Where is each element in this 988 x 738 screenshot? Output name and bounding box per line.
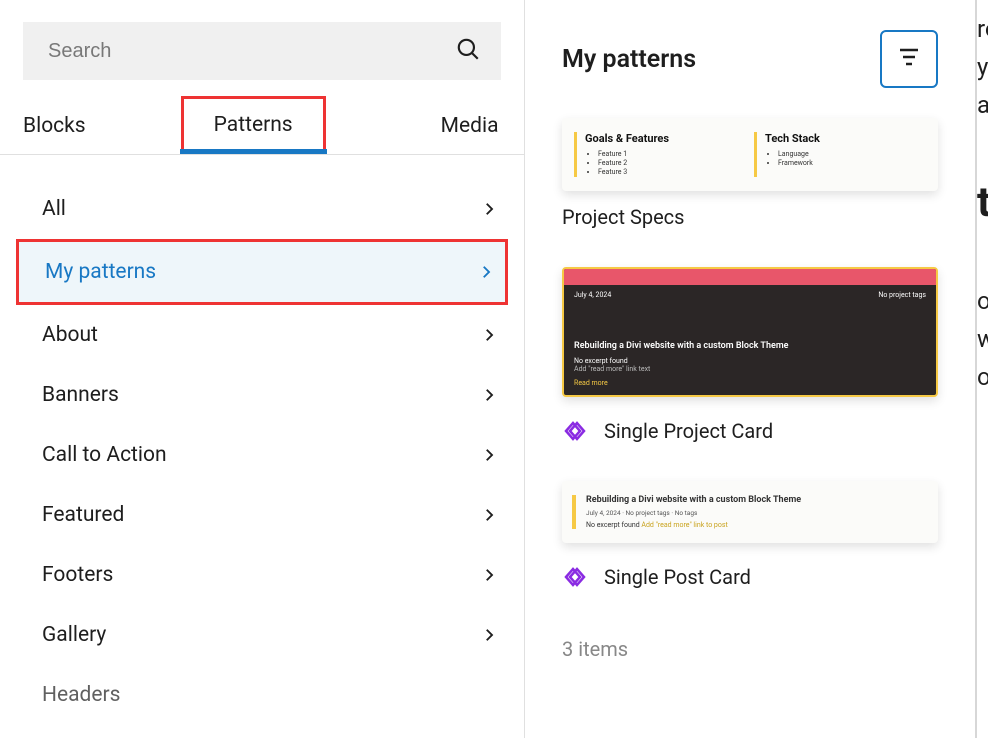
edge-fragment: o	[977, 282, 988, 320]
preview-hint: Add "read more" link text	[574, 365, 926, 373]
filter-icon	[898, 48, 920, 70]
inserter-left-panel: Blocks Patterns Media All My patterns Ab…	[0, 0, 525, 738]
preview-accent-bar	[572, 495, 576, 529]
spec-item: Framework	[778, 159, 924, 167]
category-banners[interactable]: Banners	[16, 365, 508, 425]
inserter-tabs: Blocks Patterns Media	[0, 98, 524, 155]
excerpt-text: No excerpt found	[586, 521, 641, 529]
specs-col-title: Tech Stack	[765, 132, 924, 145]
category-label: Gallery	[42, 623, 106, 647]
synced-pattern-icon	[562, 565, 592, 589]
pattern-categories: All My patterns About Banners Call to Ac…	[0, 155, 524, 725]
chevron-right-icon	[480, 386, 498, 404]
preview-title: Rebuilding a Divi website with a custom …	[586, 495, 801, 505]
pattern-single-post-card[interactable]: Rebuilding a Divi website with a custom …	[562, 481, 938, 617]
preview-date: July 4, 2024	[574, 291, 611, 299]
specs-col-title: Goals & Features	[585, 132, 744, 145]
edge-fragment: y	[977, 48, 988, 86]
pattern-preview: Goals & Features Feature 1 Feature 2 Fea…	[562, 118, 938, 191]
pattern-project-specs[interactable]: Goals & Features Feature 1 Feature 2 Fea…	[562, 118, 938, 257]
chevron-right-icon	[477, 263, 495, 281]
category-call-to-action[interactable]: Call to Action	[16, 425, 508, 485]
preview-read-more: Read more	[574, 379, 926, 387]
category-label: About	[42, 323, 98, 347]
category-my-patterns[interactable]: My patterns	[16, 239, 508, 305]
category-featured[interactable]: Featured	[16, 485, 508, 545]
category-all[interactable]: All	[16, 179, 508, 239]
category-label: Headers	[42, 683, 120, 707]
category-footers[interactable]: Footers	[16, 545, 508, 605]
synced-pattern-icon	[562, 419, 592, 443]
preview-meta-row: July 4, 2024 No project tags	[574, 291, 926, 299]
search-input[interactable]	[48, 40, 455, 63]
tab-blocks[interactable]: Blocks	[23, 98, 86, 154]
tab-media[interactable]: Media	[441, 98, 499, 154]
results-header: My patterns	[562, 30, 938, 88]
specs-col-list: Feature 1 Feature 2 Feature 3	[585, 150, 744, 176]
category-label: My patterns	[45, 260, 156, 284]
items-count: 3 items	[562, 637, 938, 661]
pattern-preview: July 4, 2024 No project tags Rebuilding …	[562, 267, 938, 397]
pattern-label: Single Project Card	[604, 419, 773, 443]
edge-fragment: a	[977, 86, 988, 124]
patterns-results-panel: My patterns Goals & Features Feature 1 F…	[525, 0, 975, 738]
spec-item: Feature 1	[598, 150, 744, 158]
category-about[interactable]: About	[16, 305, 508, 365]
chevron-right-icon	[480, 566, 498, 584]
pattern-single-project-card[interactable]: July 4, 2024 No project tags Rebuilding …	[562, 267, 938, 471]
category-label: Banners	[42, 383, 119, 407]
category-label: Call to Action	[42, 443, 167, 467]
tab-patterns[interactable]: Patterns	[181, 96, 326, 154]
pattern-preview: Rebuilding a Divi website with a custom …	[562, 481, 938, 543]
edge-fragment: o	[977, 358, 988, 396]
preview-accent-bar	[564, 269, 936, 285]
pattern-label: Single Post Card	[604, 565, 751, 589]
edge-fragment: t	[977, 184, 988, 222]
preview-excerpt: No excerpt found Add "read more" link to…	[586, 521, 801, 529]
preview-excerpt: No excerpt found	[574, 357, 926, 365]
chevron-right-icon	[480, 506, 498, 524]
pattern-label: Project Specs	[562, 191, 938, 257]
specs-col-list: Language Framework	[765, 150, 924, 167]
pattern-label-row: Single Post Card	[562, 543, 938, 617]
category-headers[interactable]: Headers	[16, 665, 508, 725]
preview-tags: No project tags	[878, 291, 926, 299]
spec-item: Language	[778, 150, 924, 158]
chevron-right-icon	[480, 200, 498, 218]
edge-fragment: ro	[977, 10, 988, 48]
chevron-right-icon	[480, 446, 498, 464]
chevron-right-icon	[480, 626, 498, 644]
specs-col-tech: Tech Stack Language Framework	[754, 132, 924, 177]
spec-item: Feature 3	[598, 168, 744, 176]
category-label: Footers	[42, 563, 113, 587]
pattern-label-row: Single Project Card	[562, 397, 938, 471]
category-label: Featured	[42, 503, 124, 527]
chevron-right-icon	[480, 326, 498, 344]
search-box[interactable]	[23, 22, 501, 80]
edge-fragment: w	[977, 320, 988, 358]
filter-button[interactable]	[880, 30, 938, 88]
category-label: All	[42, 197, 66, 221]
spec-item: Feature 2	[598, 159, 744, 167]
preview-body: July 4, 2024 No project tags Rebuilding …	[564, 285, 936, 395]
category-gallery[interactable]: Gallery	[16, 605, 508, 665]
specs-col-goals: Goals & Features Feature 1 Feature 2 Fea…	[574, 132, 744, 177]
preview-body: Rebuilding a Divi website with a custom …	[586, 495, 801, 529]
results-title: My patterns	[562, 45, 696, 74]
preview-title: Rebuilding a Divi website with a custom …	[574, 341, 926, 351]
search-wrap	[0, 0, 524, 80]
excerpt-link-text: Add "read more" link to post	[641, 521, 727, 529]
search-icon	[455, 36, 481, 66]
background-article-edge: ro y a t o w o	[975, 0, 988, 738]
preview-meta: July 4, 2024 · No project tags · No tags	[586, 509, 801, 517]
